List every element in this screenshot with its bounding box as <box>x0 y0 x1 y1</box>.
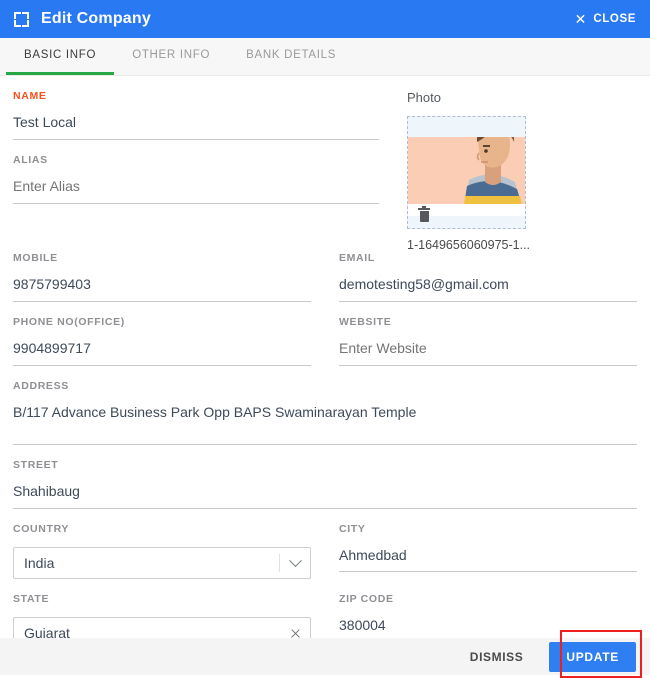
state-label: STATE <box>13 593 50 605</box>
photo-filename: 1-1649656060975-1... <box>407 238 531 252</box>
row-mobile-email: MOBILE EMAIL <box>13 252 637 316</box>
address-input[interactable] <box>13 404 637 445</box>
tab-bank-details[interactable]: BANK DETAILS <box>228 38 354 75</box>
country-select[interactable]: India <box>13 547 311 579</box>
mobile-input[interactable] <box>13 276 311 302</box>
alias-label: ALIAS <box>13 154 48 166</box>
chevron-down-icon[interactable] <box>280 553 310 568</box>
field-country: COUNTRY India <box>13 523 311 579</box>
close-button[interactable]: ✕ CLOSE <box>575 12 636 26</box>
email-label: EMAIL <box>339 252 375 264</box>
street-label: STREET <box>13 459 59 471</box>
photo-thumbnail[interactable] <box>407 116 526 229</box>
field-alias: ALIAS <box>13 154 379 204</box>
photo-image <box>408 137 525 204</box>
dialog-titlebar: Edit Company ✕ CLOSE <box>0 0 650 38</box>
mobile-label: MOBILE <box>13 252 58 264</box>
field-address: ADDRESS <box>13 380 637 445</box>
page-title: Edit Company <box>41 10 151 27</box>
field-city: CITY <box>339 523 637 579</box>
fullscreen-expand-icon[interactable] <box>14 11 29 27</box>
zip-code-label: ZIP CODE <box>339 593 394 605</box>
tab-other-info-label: OTHER INFO <box>132 49 211 61</box>
field-street: STREET <box>13 459 637 509</box>
clear-x-icon[interactable] <box>280 628 310 639</box>
city-input[interactable] <box>339 547 637 572</box>
tab-other-info[interactable]: OTHER INFO <box>114 38 228 75</box>
field-zip-code: ZIP CODE <box>339 593 637 638</box>
titlebar-left-group: Edit Company <box>14 10 151 28</box>
row-name-photo: NAME ALIAS Photo <box>13 90 637 252</box>
tab-basic-info-label: BASIC INFO <box>24 49 97 61</box>
photo-section: Photo 1-1649656060975-1... <box>407 90 637 252</box>
row-state-zip: STATE Gujarat ZIP CODE <box>13 593 637 638</box>
phone-office-input[interactable] <box>13 340 311 366</box>
field-email: EMAIL <box>339 252 637 302</box>
street-input[interactable] <box>13 483 637 509</box>
zip-code-input[interactable] <box>339 617 637 638</box>
field-phone-office: PHONE NO(OFFICE) <box>13 316 311 366</box>
update-button[interactable]: UPDATE <box>549 641 636 672</box>
field-website: WEBSITE <box>339 316 637 366</box>
close-x-icon: ✕ <box>574 11 587 27</box>
website-input[interactable] <box>339 340 637 366</box>
edit-company-dialog: Edit Company ✕ CLOSE BASIC INFO OTHER IN… <box>0 0 650 678</box>
field-mobile: MOBILE <box>13 252 311 302</box>
email-input[interactable] <box>339 276 637 302</box>
state-value: Gujarat <box>24 625 70 638</box>
photo-label: Photo <box>407 90 441 105</box>
tab-bar: BASIC INFO OTHER INFO BANK DETAILS <box>0 38 650 76</box>
dismiss-button[interactable]: DISMISS <box>460 643 534 671</box>
person-illustration <box>464 137 522 204</box>
row-phone-website: PHONE NO(OFFICE) WEBSITE <box>13 316 637 380</box>
website-label: WEBSITE <box>339 316 392 328</box>
field-name: NAME <box>13 90 379 140</box>
col-name-alias: NAME ALIAS <box>13 90 379 252</box>
tab-basic-info[interactable]: BASIC INFO <box>6 38 115 75</box>
phone-office-label: PHONE NO(OFFICE) <box>13 316 125 328</box>
row-country-city: COUNTRY India CITY <box>13 523 637 593</box>
name-input[interactable] <box>13 114 379 140</box>
form-body: NAME ALIAS Photo <box>0 76 650 638</box>
close-button-label: CLOSE <box>593 13 636 25</box>
country-label: COUNTRY <box>13 523 70 535</box>
city-label: CITY <box>339 523 366 535</box>
address-label: ADDRESS <box>13 380 69 392</box>
country-value: India <box>24 555 55 571</box>
alias-input[interactable] <box>13 178 379 204</box>
tab-bank-details-label: BANK DETAILS <box>246 49 337 61</box>
name-label: NAME <box>13 90 47 102</box>
field-state: STATE Gujarat <box>13 593 311 638</box>
dialog-footer: DISMISS UPDATE <box>0 630 650 678</box>
state-select[interactable]: Gujarat <box>13 617 311 638</box>
trash-icon[interactable] <box>418 206 430 222</box>
